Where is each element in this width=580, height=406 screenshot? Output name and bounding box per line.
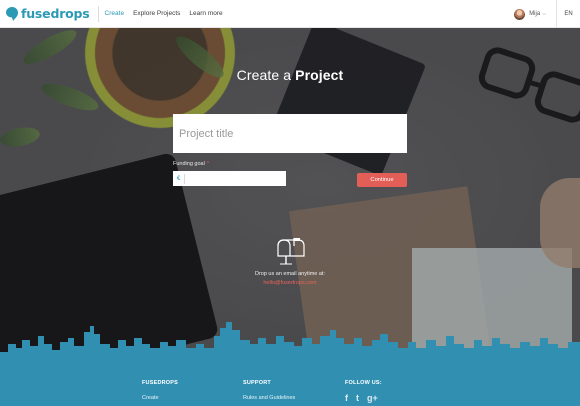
mailbox-icon xyxy=(277,238,305,265)
footer-col-fusedrops: FUSEDROPS Create xyxy=(142,380,178,401)
funding-goal-label: Funding goal * xyxy=(173,161,209,167)
footer-link-rules[interactable]: Rules and Guidelines xyxy=(243,395,295,401)
hero-section: Create a Project Funding goal* € Continu… xyxy=(0,28,580,378)
main-nav: Create Explore Projects Learn more xyxy=(105,10,232,17)
contact-email-link[interactable]: hello@fusedrops.com xyxy=(0,280,580,286)
city-skyline xyxy=(0,322,580,378)
funding-goal-input[interactable]: € xyxy=(173,171,286,186)
top-header: fusedrops Create Explore Projects Learn … xyxy=(0,0,580,28)
footer-link-create[interactable]: Create xyxy=(142,395,178,401)
footer-heading-support: SUPPORT xyxy=(243,380,271,386)
header-right: Mija ⌵ EN xyxy=(514,0,580,28)
drop-logo-icon xyxy=(6,6,18,21)
footer-heading-fusedrops: FUSEDROPS xyxy=(142,380,179,386)
euro-icon: € xyxy=(177,173,185,184)
title-strong: Project xyxy=(295,67,344,83)
footer-col-follow: FOLLOW US: f t g+ xyxy=(345,380,386,403)
footer-col-support: SUPPORT Rules and Guidelines xyxy=(243,380,295,401)
facebook-icon[interactable]: f xyxy=(345,393,348,403)
user-name: Mija xyxy=(529,11,541,17)
nav-learn-more[interactable]: Learn more xyxy=(189,10,222,17)
google-plus-icon[interactable]: g+ xyxy=(367,393,378,403)
nav-create[interactable]: Create xyxy=(105,10,125,17)
avatar xyxy=(514,8,526,20)
contact-text: Drop us an email anytime at: xyxy=(254,271,325,277)
logo-text: fusedrops xyxy=(21,6,90,21)
footer-heading-follow: FOLLOW US: xyxy=(345,380,382,386)
project-title-input[interactable] xyxy=(173,114,407,153)
continue-button[interactable]: Continue xyxy=(357,173,407,187)
footer: FUSEDROPS Create SUPPORT Rules and Guide… xyxy=(0,378,580,406)
logo[interactable]: fusedrops xyxy=(6,6,90,21)
page-title: Create a Project xyxy=(0,67,580,83)
required-marker: * xyxy=(206,161,209,167)
social-links: f t g+ xyxy=(345,393,386,403)
title-prefix: Create a xyxy=(236,67,292,83)
funding-goal-text: Funding goal xyxy=(173,161,205,167)
chevron-down-icon: ⌵ xyxy=(542,11,546,17)
twitter-icon[interactable]: t xyxy=(356,393,359,403)
nav-explore-projects[interactable]: Explore Projects xyxy=(133,10,180,17)
header-divider xyxy=(97,5,99,22)
language-switcher[interactable]: EN xyxy=(556,0,580,28)
user-menu[interactable]: Mija ⌵ xyxy=(514,8,546,20)
